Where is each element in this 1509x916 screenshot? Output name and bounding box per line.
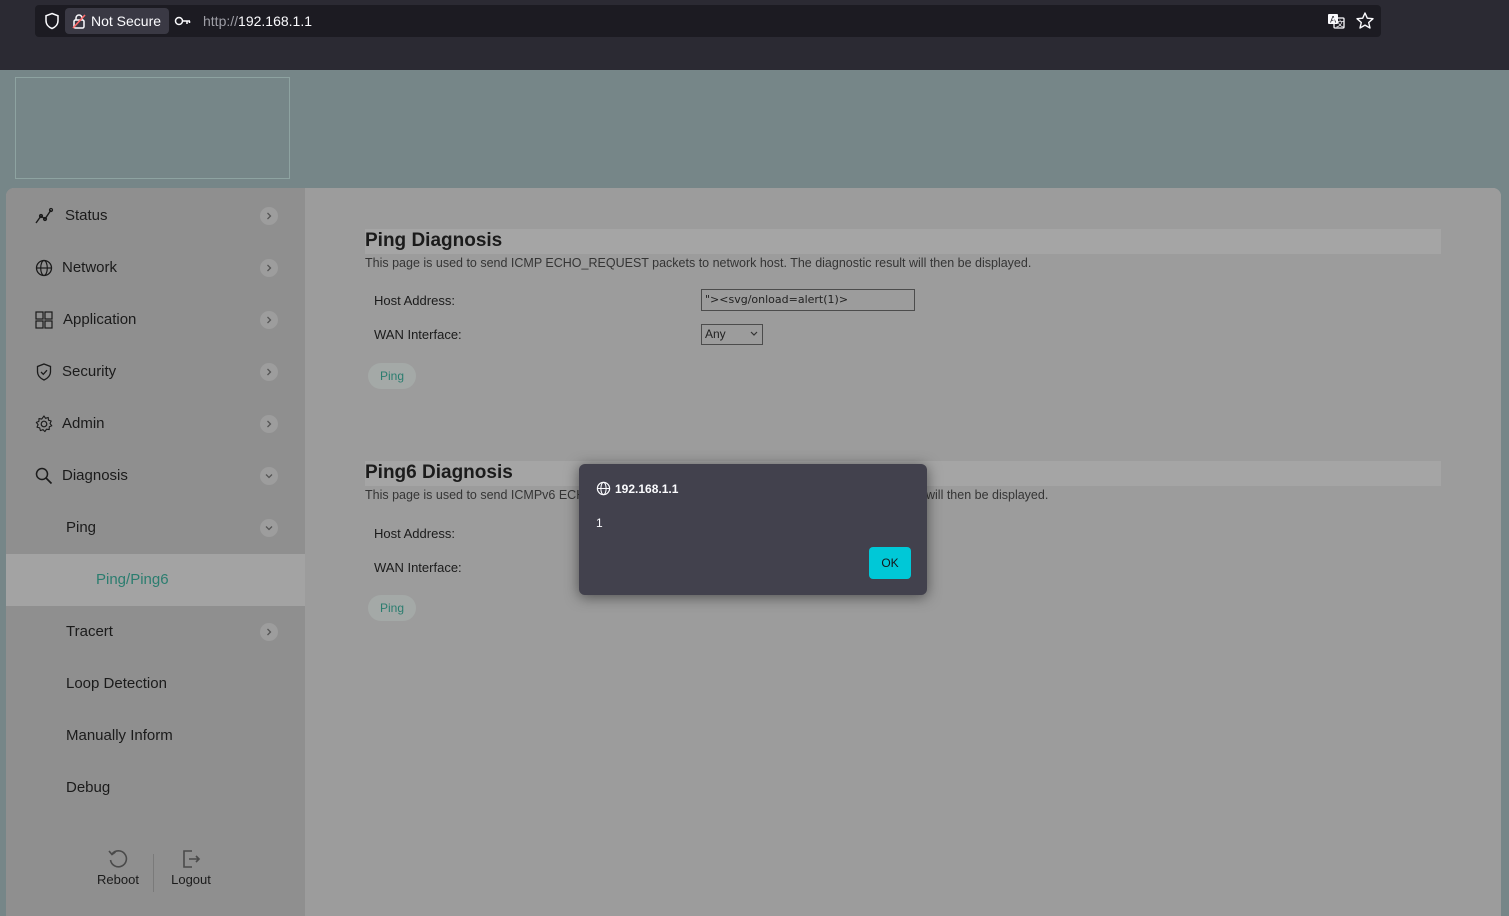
tracking-shield-icon[interactable] [43, 12, 61, 30]
ping-section-header [365, 229, 1441, 254]
ping-host-input[interactable]: "><svg/onload=alert(1)> [701, 289, 915, 311]
sidebar-item-security[interactable]: Security [6, 346, 305, 398]
chevron-right-icon [260, 259, 278, 277]
chevron-down-icon [260, 467, 278, 485]
ping-host-label: Host Address: [374, 293, 455, 308]
svg-text:文: 文 [1336, 19, 1344, 29]
ping6-host-label: Host Address: [374, 526, 455, 541]
sidebar-actions: Reboot Logout [6, 848, 305, 898]
ping-wan-select[interactable]: Any [701, 324, 763, 345]
ping-title: Ping Diagnosis [365, 230, 503, 251]
sidebar-item-network[interactable]: Network [6, 242, 305, 294]
sidebar: Status Network Application Security Admi… [6, 188, 305, 916]
logo-placeholder [15, 77, 290, 179]
sidebar-item-loop-detection[interactable]: Loop Detection [6, 658, 305, 710]
shield-icon [36, 363, 52, 381]
globe-icon [35, 259, 53, 277]
ping6-description-tail: will then be displayed. [926, 488, 1049, 502]
insecure-lock-icon [72, 14, 86, 29]
sidebar-item-label: Admin [62, 415, 105, 432]
sidebar-item-label: Loop Detection [66, 675, 167, 692]
ping6-button[interactable]: Ping [368, 595, 416, 621]
sidebar-item-status[interactable]: Status [6, 190, 305, 242]
not-secure-label: Not Secure [91, 13, 162, 29]
sidebar-item-admin[interactable]: Admin [6, 398, 305, 450]
key-icon[interactable] [174, 13, 192, 29]
sidebar-item-application[interactable]: Application [6, 294, 305, 346]
ping6-wan-label: WAN Interface: [374, 560, 462, 575]
chart-line-icon [35, 207, 54, 224]
dialog-message: 1 [596, 516, 603, 530]
sidebar-item-tracert[interactable]: Tracert [6, 606, 305, 658]
chevron-right-icon [260, 415, 278, 433]
ok-button[interactable]: OK [869, 547, 911, 579]
sidebar-item-diagnosis[interactable]: Diagnosis [6, 450, 305, 502]
ping-description: This page is used to send ICMP ECHO_REQU… [365, 256, 1032, 270]
sidebar-item-label: Tracert [66, 623, 113, 640]
sidebar-item-debug[interactable]: Debug [6, 762, 305, 814]
url-text[interactable]: http://192.168.1.1 [203, 5, 312, 37]
dialog-origin-text: 192.168.1.1 [615, 482, 679, 496]
reboot-button[interactable]: Reboot [88, 848, 148, 887]
url-protocol: http:// [203, 13, 239, 29]
ping-wan-label: WAN Interface: [374, 327, 462, 342]
chevron-right-icon [260, 623, 278, 641]
actions-divider [153, 854, 154, 892]
sidebar-item-label: Network [62, 259, 118, 276]
reboot-icon [108, 850, 128, 868]
ping6-description: This page is used to send ICMPv6 ECH [365, 488, 586, 502]
chevron-down-icon [260, 519, 278, 537]
chevron-right-icon [260, 311, 278, 329]
alert-dialog: 192.168.1.1 1 OK [579, 464, 927, 595]
sidebar-item-label: Ping/Ping6 [96, 571, 169, 588]
globe-icon [596, 481, 611, 496]
browser-toolbar: Not Secure http://192.168.1.1 A 文 [0, 0, 1509, 70]
chevron-right-icon [260, 207, 278, 225]
translate-icon[interactable]: A 文 [1327, 12, 1345, 30]
sidebar-item-manually-inform[interactable]: Manually Inform [6, 710, 305, 762]
address-bar[interactable]: Not Secure http://192.168.1.1 A 文 [35, 5, 1381, 37]
ping-button[interactable]: Ping [368, 363, 416, 389]
search-icon [35, 467, 53, 485]
url-host: 192.168.1.1 [238, 13, 312, 29]
gear-icon [35, 415, 53, 433]
wan-select-value: Any [705, 327, 726, 341]
not-secure-badge[interactable]: Not Secure [65, 8, 170, 34]
logout-button[interactable]: Logout [161, 848, 221, 887]
logout-icon [183, 850, 201, 868]
sidebar-item-label: Debug [66, 779, 111, 796]
chevron-right-icon [260, 363, 278, 381]
sidebar-item-label: Manually Inform [66, 727, 173, 744]
logout-label: Logout [171, 872, 211, 887]
sidebar-item-label: Diagnosis [62, 467, 128, 484]
grid-icon [35, 311, 53, 329]
sidebar-item-label: Ping [66, 519, 97, 536]
bookmark-star-icon[interactable] [1355, 11, 1375, 31]
chevron-down-icon [750, 331, 758, 336]
reboot-label: Reboot [97, 872, 139, 887]
ping6-title: Ping6 Diagnosis [365, 462, 513, 483]
sidebar-item-label: Security [62, 363, 117, 380]
sidebar-item-ping-ping6[interactable]: Ping/Ping6 [6, 554, 305, 606]
sidebar-item-label: Status [65, 207, 108, 224]
sidebar-item-ping[interactable]: Ping [6, 502, 305, 554]
sidebar-item-label: Application [63, 311, 137, 328]
